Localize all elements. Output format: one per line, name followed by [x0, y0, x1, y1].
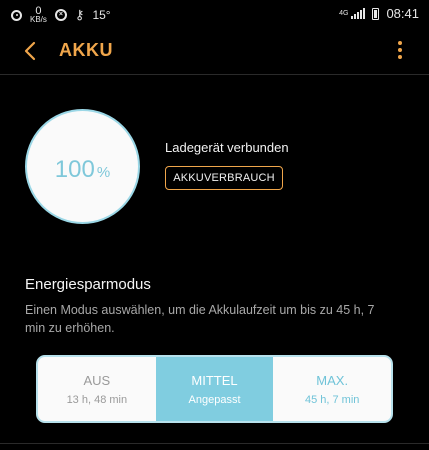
- battery-gauge: 100%: [25, 109, 140, 224]
- mode-off-time: 13 h, 48 min: [66, 394, 128, 406]
- power-saving-description: Einen Modus auswählen, um die Akkulaufze…: [25, 303, 375, 335]
- battery-level-value: 100: [54, 156, 95, 183]
- key-icon: ⚷: [74, 7, 85, 22]
- page-title: AKKU: [59, 40, 113, 60]
- mode-medium-option[interactable]: MITTEL Angepasst: [155, 357, 274, 421]
- mode-max-time: 45 h, 7 min: [304, 394, 360, 406]
- mode-medium-sub: Angepasst: [188, 394, 241, 406]
- battery-level: 100%: [27, 156, 138, 184]
- temperature: 15°: [92, 8, 111, 22]
- disc-icon: [11, 9, 22, 21]
- battery-status-icon: [372, 7, 380, 20]
- more-options-button[interactable]: [397, 41, 403, 61]
- status-bar: 0 KB/s × ⚷ 15° 4G 08:41: [0, 0, 429, 28]
- mode-off-label: AUS: [83, 373, 111, 388]
- power-mode-selector: AUS 13 h, 48 min MITTEL Angepasst MAX. 4…: [36, 355, 393, 423]
- network-speed-unit: KB/s: [30, 15, 47, 24]
- bottom-divider: [0, 443, 429, 444]
- back-button[interactable]: [20, 38, 44, 64]
- appbar-divider: [0, 74, 429, 75]
- network-type: 4G: [339, 10, 349, 17]
- blocked-icon: ×: [54, 9, 67, 21]
- battery-level-unit: %: [96, 164, 111, 181]
- clock: 08:41: [386, 6, 419, 21]
- more-dot-icon: [398, 48, 402, 52]
- battery-usage-button[interactable]: AKKUVERBRAUCH: [165, 166, 283, 190]
- back-arrow-icon: [24, 41, 36, 61]
- signal-icon: [351, 8, 366, 19]
- mode-medium-label: MITTEL: [191, 373, 238, 388]
- status-bar-right: 4G 08:41: [339, 6, 419, 21]
- mode-max-label: MAX.: [316, 373, 349, 388]
- charger-status: Ladegerät verbunden: [165, 140, 289, 155]
- mode-max-option[interactable]: MAX. 45 h, 7 min: [273, 357, 391, 421]
- power-saving-title: Energiesparmodus: [25, 276, 151, 293]
- mode-off-option[interactable]: AUS 13 h, 48 min: [38, 357, 156, 421]
- network-speed: 0 KB/s: [30, 6, 47, 24]
- app-bar: AKKU: [0, 28, 429, 74]
- status-bar-left: 0 KB/s × ⚷ 15°: [11, 6, 111, 24]
- more-dot-icon: [398, 41, 402, 45]
- more-dot-icon: [398, 55, 402, 59]
